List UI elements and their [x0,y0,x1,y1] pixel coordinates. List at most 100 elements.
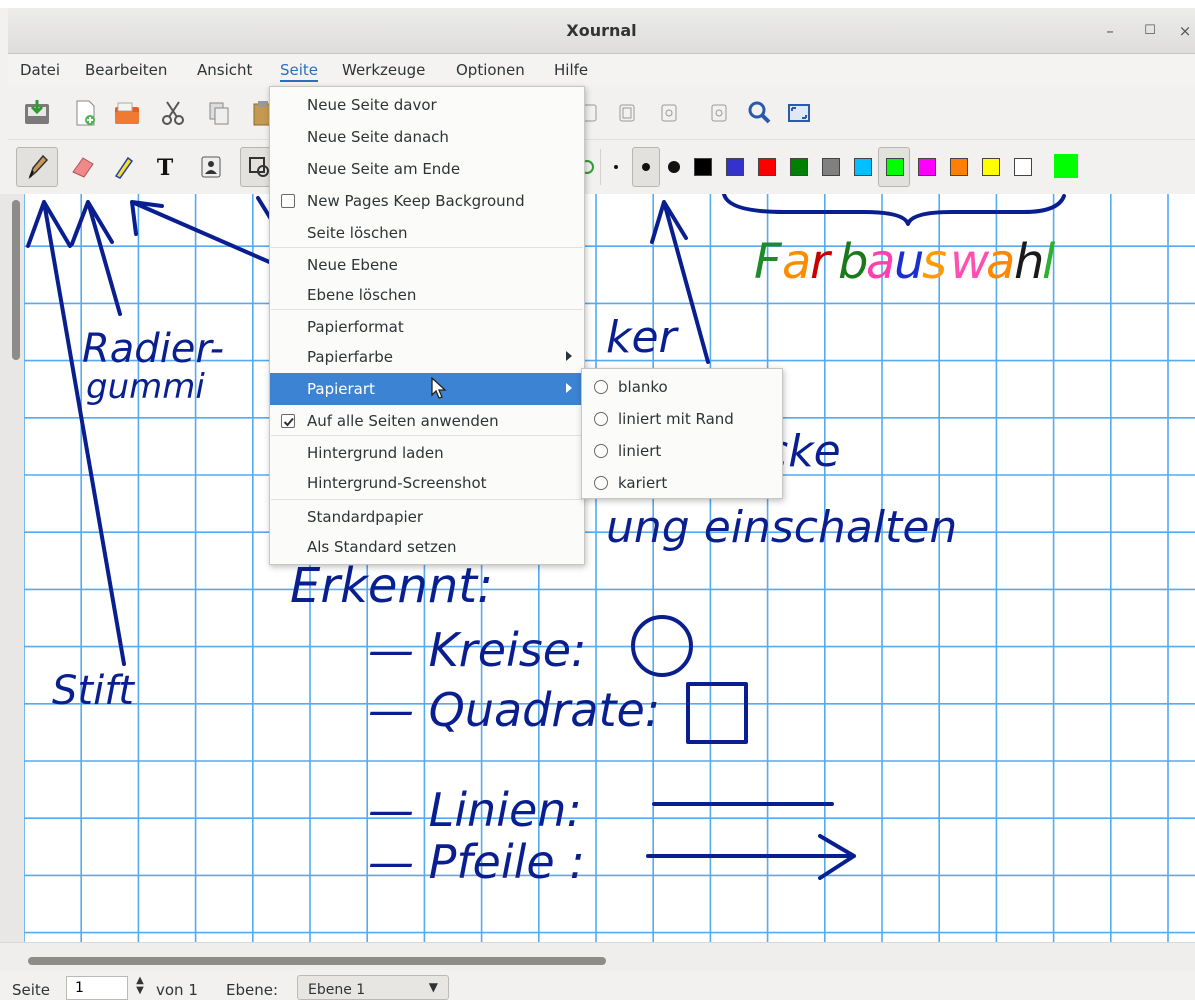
menu-item-papierart[interactable]: Papierart [270,373,584,405]
open-document-icon[interactable] [112,98,142,128]
submenu-item-blanko[interactable]: blanko [582,371,782,403]
fullscreen-icon[interactable] [784,98,814,128]
thickness-thick-icon[interactable] [668,161,680,173]
menu-separator [271,435,583,436]
close-button[interactable]: × [1173,20,1195,42]
checkbox-icon[interactable] [281,194,295,208]
color-black-swatch[interactable] [694,158,712,176]
heading-letter: s [922,234,947,290]
page-count-label: von 1 [156,981,198,999]
menu-item-seite-loeschen[interactable]: Seite löschen [270,217,584,249]
menu-item-neue-seite-am-ende[interactable]: Neue Seite am Ende [270,153,584,185]
horizontal-scroll-track [0,942,1195,970]
thickness-fine-icon[interactable] [614,165,618,169]
color-blue-swatch[interactable] [726,158,744,176]
toolbar-separator [600,149,601,185]
menu-item-auf-alle-seiten-anwenden[interactable]: Auf alle Seiten anwenden [270,405,584,437]
menu-item-new-pages-keep-background[interactable]: New Pages Keep Background [270,185,584,217]
horizontal-scrollbar[interactable] [28,957,606,965]
canvas-drawing: Radier-gummiStiftkerckeung einschaltenEr… [24,194,1195,942]
submenu-item-kariert[interactable]: kariert [582,467,782,499]
seite-menu-popup: Neue Seite davor Neue Seite danach Neue … [269,86,585,565]
new-document-icon[interactable] [70,98,100,128]
menu-optionen[interactable]: Optionen [456,61,525,79]
menu-item-neue-ebene[interactable]: Neue Ebene [270,249,584,281]
heading-letter: u [894,234,924,290]
submenu-item-liniert-mit-rand[interactable]: liniert mit Rand [582,403,782,435]
submenu-item-liniert[interactable]: liniert [582,435,782,467]
menu-item-papierformat[interactable]: Papierformat [270,311,584,343]
zoom-search-icon[interactable] [744,98,774,128]
menu-item-als-standard-setzen[interactable]: Als Standard setzen [270,531,584,563]
maximize-button[interactable]: ☐ [1138,20,1162,42]
pen-icon[interactable] [22,152,52,182]
zoom-normal-icon[interactable] [704,98,734,128]
heading-letter: r [810,234,833,290]
color-red-swatch[interactable] [758,158,776,176]
menu-bearbeiten[interactable]: Bearbeiten [85,61,167,79]
radio-icon[interactable] [594,476,608,490]
cut-icon[interactable] [158,98,188,128]
papierart-submenu: blanko liniert mit Rand liniert kariert [581,368,783,499]
submenu-arrow-icon [566,351,572,361]
eraser-icon[interactable] [68,152,98,182]
menu-item-label: New Pages Keep Background [307,192,525,210]
menu-item-ebene-loeschen[interactable]: Ebene löschen [270,279,584,311]
zoom-fit-icon[interactable] [612,98,642,128]
color-yellow-swatch[interactable] [982,158,1000,176]
thickness-medium-icon[interactable] [642,163,650,171]
menu-werkzeuge[interactable]: Werkzeuge [342,61,425,79]
menu-item-label: Auf alle Seiten anwenden [307,412,499,430]
copy-icon[interactable] [204,98,234,128]
drawing-canvas[interactable]: Radier-gummi Stift ker cke ung einschalten Er… [24,194,1195,942]
heading-letter: b [838,234,868,290]
menu-item-neue-seite-davor[interactable]: Neue Seite davor [270,89,584,121]
grid-lines [24,194,1195,942]
layer-select[interactable]: Ebene 1 ▼ [297,975,449,1000]
submenu-item-label: kariert [618,474,668,492]
color-magenta-swatch[interactable] [918,158,936,176]
menu-item-hintergrund-screenshot[interactable]: Hintergrund-Screenshot [270,467,584,499]
heading-letter: a [782,234,811,290]
handwritten-note: — Kreise: [368,623,587,677]
handwritten-note: — Linien: [368,783,582,837]
image-tool-icon[interactable] [196,152,226,182]
menu-ansicht[interactable]: Ansicht [197,61,252,79]
current-color-swatch[interactable] [1054,154,1078,178]
page-number-input[interactable] [66,976,128,1000]
layer-select-value: Ebene 1 [308,982,366,998]
checkbox-checked-icon[interactable] [281,414,295,428]
zoom-out-icon[interactable] [654,98,684,128]
color-lightgreen-swatch[interactable] [886,158,904,176]
handwritten-note: ung einschalten [606,502,957,553]
save-icon[interactable] [22,98,52,128]
svg-text:T: T [157,155,174,181]
menu-item-label: Neue Ebene [307,256,398,274]
page-stepper[interactable]: ▲ ▼ [132,976,148,1000]
menu-datei[interactable]: Datei [20,61,60,79]
minimize-button[interactable]: – [1098,20,1122,42]
menu-item-papierfarbe[interactable]: Papierfarbe [270,341,584,373]
menu-item-label: Standardpapier [307,508,424,526]
main-toolbar [8,88,1195,140]
highlighter-icon[interactable] [108,152,138,182]
menu-item-neue-seite-danach[interactable]: Neue Seite danach [270,121,584,153]
vertical-scrollbar[interactable] [12,200,20,360]
color-lightblue-swatch[interactable] [854,158,872,176]
mouse-cursor-icon [431,377,447,399]
color-green-swatch[interactable] [790,158,808,176]
menu-seite[interactable]: Seite [280,61,319,82]
menu-item-hintergrund-laden[interactable]: Hintergrund laden [270,437,584,469]
submenu-arrow-icon [566,383,572,393]
menu-hilfe[interactable]: Hilfe [554,61,588,79]
color-gray-swatch[interactable] [822,158,840,176]
top-strip [0,0,1195,8]
color-white-swatch[interactable] [1014,158,1032,176]
menu-item-standardpapier[interactable]: Standardpapier [270,501,584,533]
color-orange-swatch[interactable] [950,158,968,176]
radio-icon[interactable] [594,380,608,394]
radio-icon[interactable] [594,444,608,458]
radio-icon[interactable] [594,412,608,426]
text-tool-icon[interactable]: T [150,152,180,182]
arrow-stroke [70,200,122,316]
